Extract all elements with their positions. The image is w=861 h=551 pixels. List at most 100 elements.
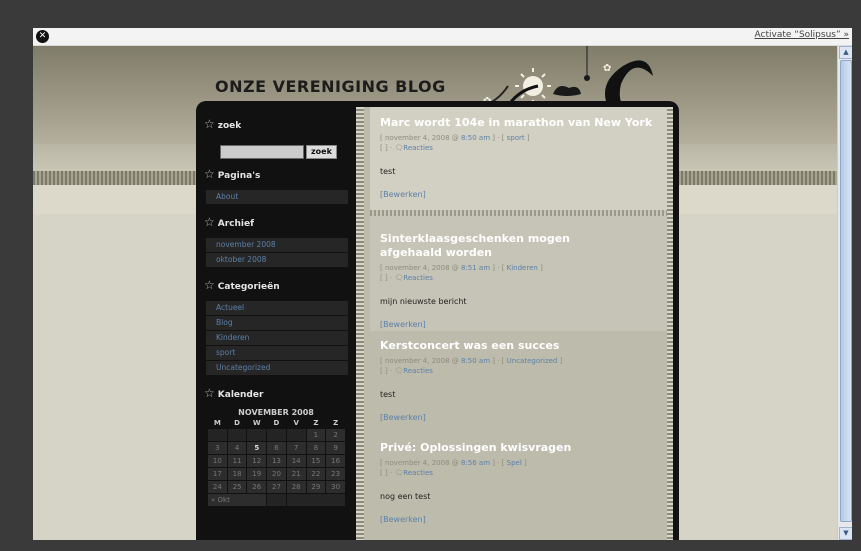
post-edit-link[interactable]: [Bewerken] bbox=[380, 190, 665, 199]
star-icon: ☆ bbox=[204, 117, 215, 131]
vertical-scrollbar[interactable]: ▲ ▼ bbox=[837, 46, 852, 540]
post-comments-link[interactable]: Reacties bbox=[403, 469, 433, 477]
calendar-day: 3 bbox=[208, 442, 227, 454]
calendar-day-empty bbox=[227, 429, 247, 441]
calendar-day-empty bbox=[267, 494, 286, 506]
post-date: november 4, 2008 bbox=[384, 264, 450, 272]
comment-icon: 🗨 bbox=[394, 274, 404, 282]
posts-column: Marc wordt 104e in marathon van New York… bbox=[356, 107, 673, 540]
archive-list: november 2008 oktober 2008 bbox=[196, 235, 356, 272]
svg-text:✿: ✿ bbox=[603, 63, 611, 74]
calendar-day: 2 bbox=[326, 429, 345, 441]
theme-preview: ✿ ✲ ✿ ONZE VERENIGING BLOG ☆zoek zoek ☆P… bbox=[33, 46, 838, 540]
widget-title-text: Categorieën bbox=[217, 282, 280, 292]
calendar-day-empty bbox=[267, 429, 286, 441]
scrollbar-thumb[interactable] bbox=[840, 60, 852, 522]
comment-icon: 🗨 bbox=[394, 144, 404, 152]
star-icon: ☆ bbox=[204, 278, 215, 292]
calendar-day: 1 bbox=[306, 429, 326, 441]
page-link-about[interactable]: About bbox=[206, 190, 348, 204]
post-category[interactable]: Uncategorized bbox=[507, 357, 558, 365]
calendar-day: 15 bbox=[306, 455, 326, 467]
archive-link[interactable]: oktober 2008 bbox=[206, 253, 348, 267]
post: Kerstconcert was een succes [ november 4… bbox=[380, 339, 665, 422]
star-icon: ☆ bbox=[204, 386, 215, 400]
calendar-day: 12 bbox=[247, 455, 267, 467]
calendar-day: 14 bbox=[286, 455, 306, 467]
content-card: ☆ zoek zoek ☆ Pagina's About ☆ Archief nove… bbox=[196, 101, 679, 540]
calendar-day: 11 bbox=[227, 455, 247, 467]
star-icon: ☆ bbox=[204, 167, 215, 181]
calendar-day: 23 bbox=[326, 468, 345, 480]
post-edit-link[interactable]: [Bewerken] bbox=[380, 413, 665, 422]
comment-icon: 🗨 bbox=[394, 469, 404, 477]
calendar-day: 9 bbox=[326, 442, 345, 454]
post-edit-link[interactable]: [Bewerken] bbox=[380, 515, 665, 524]
search-input[interactable] bbox=[220, 144, 304, 159]
widget-title-text: Pagina's bbox=[217, 171, 261, 181]
category-link[interactable]: Kinderen bbox=[206, 331, 348, 345]
calendar-table: M D W D V Z Z 1 2 3 4 5 6 7 8 9 10 11 12… bbox=[207, 417, 346, 507]
category-link[interactable]: Blog bbox=[206, 316, 348, 330]
post-category[interactable]: Spel bbox=[507, 459, 522, 467]
post-title[interactable]: Kerstconcert was een succes bbox=[380, 339, 665, 353]
post-edit-link[interactable]: [Bewerken] bbox=[380, 320, 665, 329]
weekday-header: V bbox=[293, 419, 299, 427]
calendar-day: 19 bbox=[247, 468, 267, 480]
calendar-day: 26 bbox=[247, 481, 267, 493]
calendar-day: 21 bbox=[286, 468, 306, 480]
calendar-day-empty bbox=[286, 429, 306, 441]
post-time[interactable]: 8:50 am bbox=[461, 134, 490, 142]
comment-icon: 🗨 bbox=[394, 367, 404, 375]
post: Sinterklaasgeschenken mogen afgehaald wo… bbox=[380, 232, 665, 329]
lightbox-topbar: ✕ Activate “Solipsus” » bbox=[33, 28, 852, 46]
post-meta: [ november 4, 2008 @ 8:56 am ] · [ Spel … bbox=[380, 459, 527, 477]
post-comments-link[interactable]: Reacties bbox=[403, 144, 433, 152]
site-title[interactable]: ONZE VERENIGING BLOG bbox=[215, 77, 446, 96]
calendar-day: 20 bbox=[267, 468, 286, 480]
calendar-day: 24 bbox=[208, 481, 227, 493]
search-button[interactable]: zoek bbox=[306, 144, 337, 159]
post-body: nog een test bbox=[380, 492, 431, 501]
calendar-next-empty bbox=[286, 494, 345, 506]
category-link[interactable]: Uncategorized bbox=[206, 361, 348, 375]
post-title[interactable]: Privé: Oplossingen kwisvragen bbox=[380, 441, 665, 455]
calendar-day: 13 bbox=[267, 455, 286, 467]
search-form: zoek bbox=[196, 137, 356, 161]
calendar-day: 4 bbox=[227, 442, 247, 454]
post-time[interactable]: 8:50 am bbox=[461, 357, 490, 365]
post-time[interactable]: 8:56 am bbox=[461, 459, 490, 467]
scroll-down-icon[interactable]: ▼ bbox=[839, 527, 852, 540]
post-title[interactable]: Marc wordt 104e in marathon van New York bbox=[380, 116, 665, 130]
post-time[interactable]: 8:51 am bbox=[461, 264, 490, 272]
calendar-day: 29 bbox=[306, 481, 326, 493]
calendar-day: 28 bbox=[286, 481, 306, 493]
calendar-day-linked[interactable]: 5 bbox=[247, 442, 267, 454]
post-comments-link[interactable]: Reacties bbox=[403, 367, 433, 375]
calendar-prev-link[interactable]: « Okt bbox=[208, 494, 267, 506]
calendar-day: 8 bbox=[306, 442, 326, 454]
close-icon[interactable]: ✕ bbox=[36, 30, 49, 43]
widget-title-text: Archief bbox=[217, 219, 255, 229]
post-category[interactable]: Kinderen bbox=[507, 264, 538, 272]
post-title[interactable]: Sinterklaasgeschenken mogen afgehaald wo… bbox=[380, 232, 590, 260]
widget-title-archive: ☆ Archief bbox=[196, 209, 356, 235]
calendar-day: 10 bbox=[208, 455, 227, 467]
archive-link[interactable]: november 2008 bbox=[206, 238, 348, 252]
post-body: test bbox=[380, 167, 396, 176]
category-link[interactable]: sport bbox=[206, 346, 348, 360]
post-body: mijn nieuwste bericht bbox=[380, 297, 467, 306]
post-comments-link[interactable]: Reacties bbox=[403, 274, 433, 282]
calendar-day: 7 bbox=[286, 442, 306, 454]
star-icon: ☆ bbox=[204, 215, 215, 229]
post-category[interactable]: sport bbox=[507, 134, 525, 142]
widget-title-categories: ☆ Categorieën bbox=[196, 272, 356, 298]
category-link[interactable]: Actueel bbox=[206, 301, 348, 315]
activate-theme-link[interactable]: Activate “Solipsus” » bbox=[755, 30, 849, 40]
calendar-day: 6 bbox=[267, 442, 286, 454]
post-meta: [ november 4, 2008 @ 8:51 am ] · [ Kinde… bbox=[380, 264, 543, 282]
widget-title-search: ☆ zoek bbox=[196, 111, 356, 137]
calendar-day: 25 bbox=[227, 481, 247, 493]
lightbox-frame: ✕ Activate “Solipsus” » ✿ ✲ ✿ O bbox=[33, 28, 852, 540]
scroll-up-icon[interactable]: ▲ bbox=[839, 46, 852, 59]
